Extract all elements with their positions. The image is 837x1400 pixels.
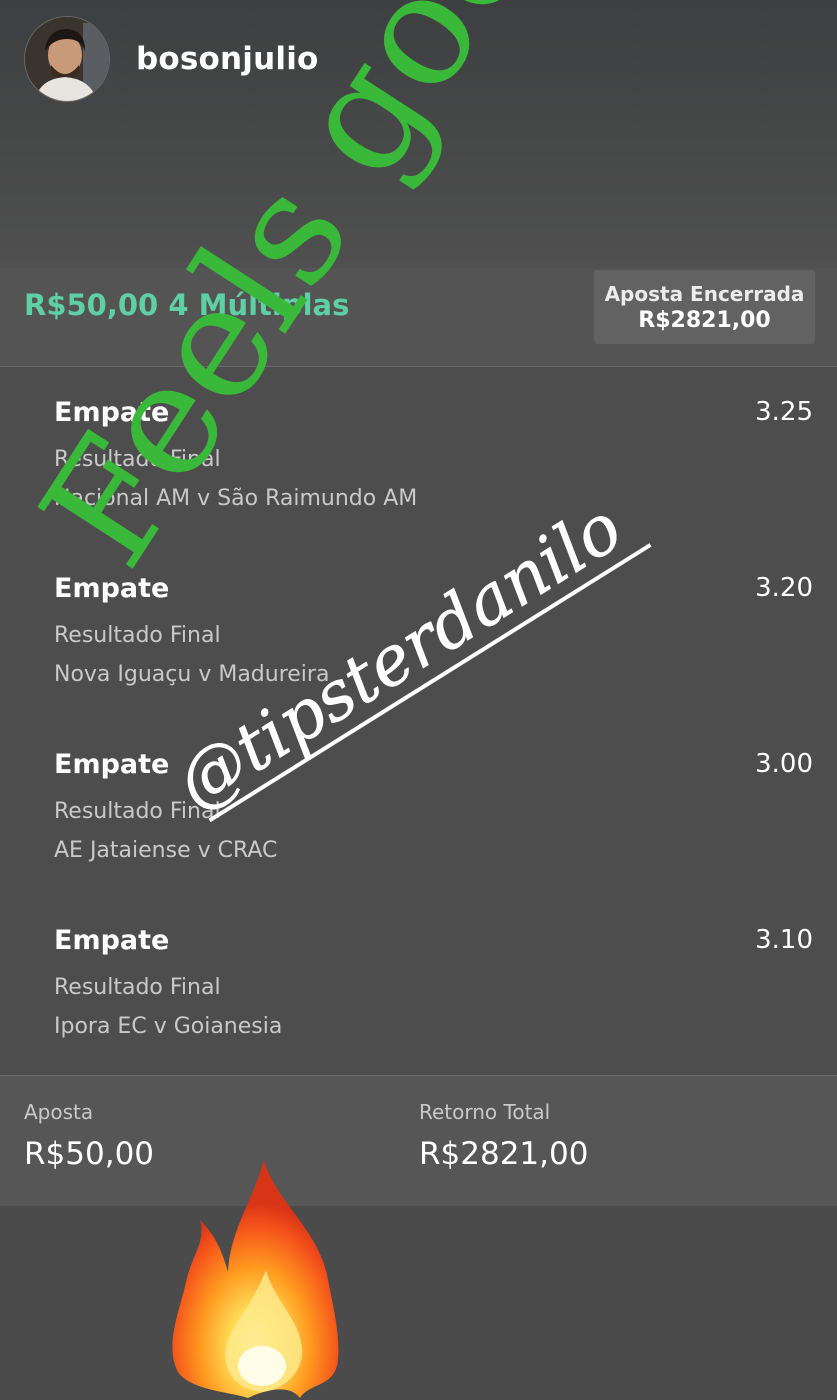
stake-summary: Aposta R$50,00 (24, 1100, 154, 1172)
selection-pick: Empate (54, 397, 170, 428)
selection-market: Resultado Final (54, 799, 221, 824)
avatar-image (25, 17, 109, 101)
selection-match: Nova Iguaçu v Madureira (54, 662, 330, 687)
selection-match: Nacional AM v São Raimundo AM (54, 486, 418, 511)
selection-odds: 3.20 (755, 573, 813, 603)
selection-market: Resultado Final (54, 447, 221, 472)
selection-match: AE Jataiense v CRAC (54, 838, 278, 863)
return-label: Retorno Total (419, 1100, 551, 1124)
selection-odds: 3.25 (755, 397, 813, 427)
selection-market: Resultado Final (54, 623, 221, 648)
story-header: bosonjulio (24, 16, 319, 102)
bet-closed-label: Aposta Encerrada (604, 282, 805, 306)
selection-pick: Empate (54, 573, 170, 604)
selection-odds: 3.00 (755, 749, 813, 779)
bet-closed-value: R$2821,00 (638, 308, 771, 333)
selection-item: Empate 3.10 Resultado Final Ipora EC v G… (0, 895, 837, 1071)
selection-item: Empate 3.25 Resultado Final Nacional AM … (0, 367, 837, 543)
bet-summary: Aposta R$50,00 Retorno Total R$2821,00 (0, 1075, 837, 1206)
selection-pick: Empate (54, 749, 170, 780)
bet-header: R$50,00 4 Múltiplas Aposta Encerrada R$2… (0, 268, 837, 367)
bet-title: R$50,00 4 Múltiplas (24, 288, 350, 322)
return-value: R$2821,00 (419, 1136, 589, 1172)
selection-market: Resultado Final (54, 975, 221, 1000)
username[interactable]: bosonjulio (136, 41, 319, 77)
selection-item: Empate 3.00 Resultado Final AE Jataiense… (0, 719, 837, 895)
avatar[interactable] (24, 16, 110, 102)
selection-odds: 3.10 (755, 925, 813, 955)
story-bottom-area (0, 1206, 837, 1400)
selection-pick: Empate (54, 925, 170, 956)
selection-match: Ipora EC v Goianesia (54, 1014, 283, 1039)
selections-list: Empate 3.25 Resultado Final Nacional AM … (0, 367, 837, 1074)
return-summary: Retorno Total R$2821,00 (419, 1100, 588, 1172)
stake-label: Aposta (24, 1100, 94, 1124)
stake-value: R$50,00 (24, 1136, 155, 1172)
selection-item: Empate 3.20 Resultado Final Nova Iguaçu … (0, 543, 837, 719)
bet-closed-badge[interactable]: Aposta Encerrada R$2821,00 (594, 270, 815, 344)
